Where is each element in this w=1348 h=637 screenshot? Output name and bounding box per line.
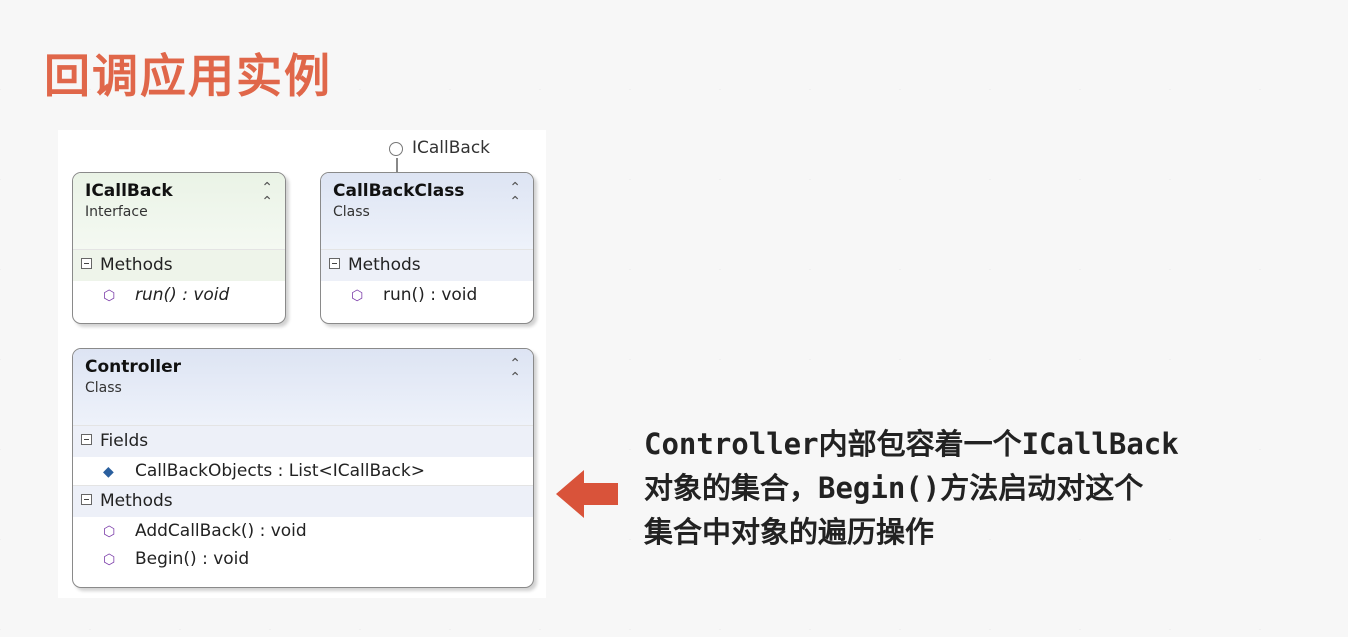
section-methods[interactable]: Methods (73, 485, 533, 517)
class-name: ICallBack (85, 181, 173, 201)
class-name: CallBackClass (333, 181, 465, 201)
class-box-callbackclass[interactable]: CallBackClass Class ⌃ ⌃ Methods ⬡ run() : … (320, 172, 534, 324)
private-field-icon: ◆ (103, 464, 114, 480)
class-header: Controller Class ⌃ ⌃ (73, 349, 533, 425)
caption-line: 集合中对象的遍历操作 (644, 515, 935, 549)
interface-box-icallback[interactable]: ICallBack Interface ⌃ ⌃ Methods ⬡ run() : … (72, 172, 286, 324)
section-label: Fields (100, 431, 149, 451)
collapse-minus-icon[interactable] (81, 258, 92, 269)
method-cube-icon: ⬡ (351, 288, 364, 304)
interface-lollipop-icon (389, 142, 403, 156)
caption-line: Controller内部包容着一个ICallBack (644, 427, 1179, 461)
method-cube-icon: ⬡ (103, 552, 116, 568)
method-member: ⬡ AddCallBack() : void (73, 517, 533, 545)
method-cube-icon: ⬡ (103, 524, 116, 540)
lollipop-connector (396, 158, 398, 172)
class-diagram: ICallBack ICallBack Interface ⌃ ⌃ Methods… (58, 130, 546, 598)
class-kind: Interface (85, 204, 148, 220)
class-header: ICallBack Interface ⌃ ⌃ (73, 173, 285, 249)
field-member: ◆ CallBackObjects : List<ICallBack> (73, 457, 533, 485)
caption-line: 对象的集合，Begin()方法启动对这个 (644, 471, 1144, 505)
collapse-minus-icon[interactable] (329, 258, 340, 269)
method-member: ⬡ run() : void (321, 281, 533, 309)
section-label: Methods (100, 255, 173, 275)
section-methods[interactable]: Methods (73, 249, 285, 281)
collapse-chevron-icon[interactable]: ⌃ ⌃ (509, 357, 521, 385)
slide-title: 回调应用实例 (44, 49, 332, 103)
method-member: ⬡ run() : void (73, 281, 285, 309)
section-fields[interactable]: Fields (73, 425, 533, 457)
collapse-minus-icon[interactable] (81, 494, 92, 505)
collapse-minus-icon[interactable] (81, 434, 92, 445)
class-header: CallBackClass Class ⌃ ⌃ (321, 173, 533, 249)
collapse-chevron-icon[interactable]: ⌃ ⌃ (509, 181, 521, 209)
collapse-chevron-icon[interactable]: ⌃ ⌃ (261, 181, 273, 209)
class-kind: Class (333, 204, 370, 220)
left-arrow-icon (556, 470, 618, 518)
lollipop-label: ICallBack (412, 138, 491, 158)
section-methods[interactable]: Methods (321, 249, 533, 281)
section-label: Methods (100, 491, 173, 511)
section-label: Methods (348, 255, 421, 275)
caption: Controller内部包容着一个ICallBack 对象的集合，Begin()… (644, 422, 1284, 554)
class-kind: Class (85, 380, 122, 396)
method-cube-icon: ⬡ (103, 288, 116, 304)
class-box-controller[interactable]: Controller Class ⌃ ⌃ Fields ◆ CallBackObje… (72, 348, 534, 588)
class-name: Controller (85, 357, 182, 377)
method-member: ⬡ Begin() : void (73, 545, 533, 573)
